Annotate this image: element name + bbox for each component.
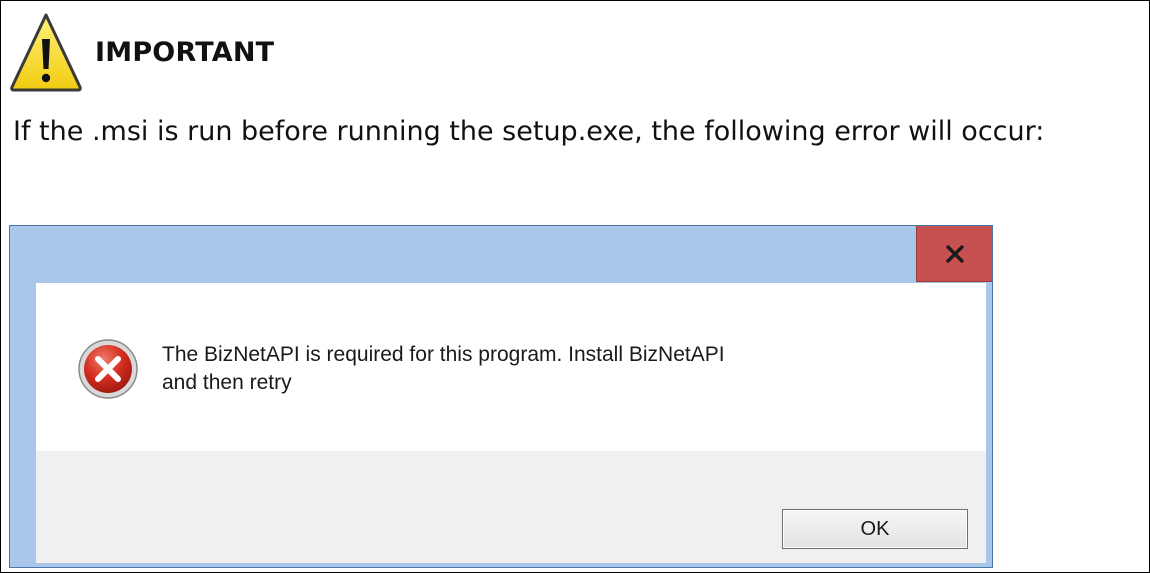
- ok-button[interactable]: OK: [782, 509, 968, 549]
- important-note: IMPORTANT If the .msi is run before runn…: [0, 0, 1150, 573]
- warning-icon: [10, 13, 82, 92]
- note-title: IMPORTANT: [95, 36, 275, 68]
- dialog-footer: OK: [36, 451, 986, 563]
- note-text: If the .msi is run before running the se…: [13, 116, 1045, 147]
- dialog-body: The BizNetAPI is required for this progr…: [36, 283, 986, 563]
- error-icon: [78, 339, 138, 399]
- close-button[interactable]: [916, 226, 992, 282]
- error-dialog: The BizNetAPI is required for this progr…: [9, 225, 993, 568]
- dialog-message: The BizNetAPI is required for this progr…: [162, 343, 725, 394]
- close-icon: [945, 244, 964, 263]
- dialog-content: The BizNetAPI is required for this progr…: [36, 283, 986, 451]
- note-header: IMPORTANT: [9, 7, 274, 97]
